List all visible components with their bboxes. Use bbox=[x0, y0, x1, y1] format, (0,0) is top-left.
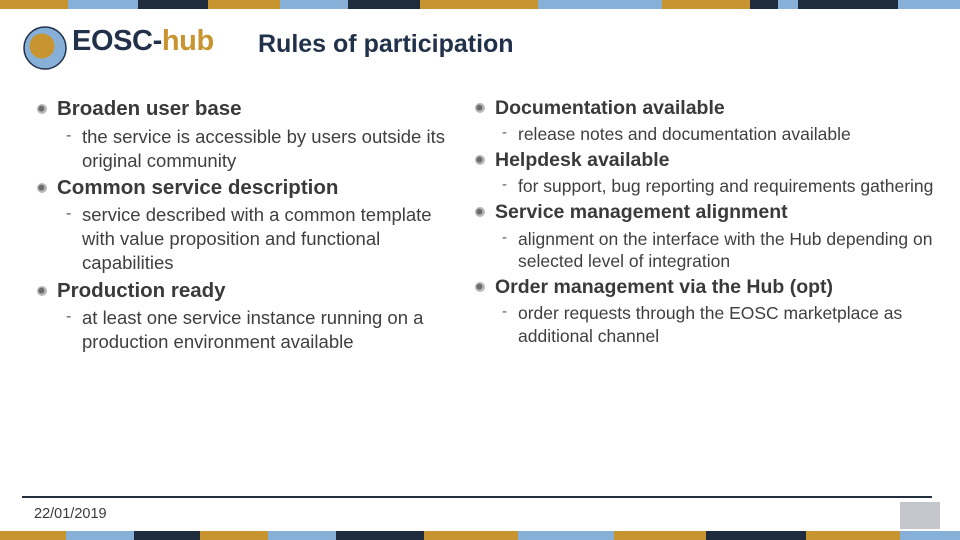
bottom-colorbar-segment bbox=[268, 531, 336, 540]
top-colorbar-segment bbox=[420, 0, 538, 9]
subbullet-dash: - bbox=[502, 176, 507, 194]
top-colorbar-segment bbox=[348, 0, 420, 9]
left-subbullet: - at least one service instance running o… bbox=[34, 306, 460, 354]
left-bullet-heading: Common service description bbox=[57, 175, 339, 199]
footer-date: 22/01/2019 bbox=[34, 506, 107, 522]
top-colorbar-segment bbox=[538, 0, 662, 9]
subbullet-dash: - bbox=[502, 303, 507, 321]
bullet-marker bbox=[472, 153, 486, 167]
bullet-ring-icon bbox=[472, 153, 485, 167]
left-bullet-group: Common service description bbox=[34, 175, 460, 202]
bullet-ring-icon bbox=[34, 102, 47, 116]
bullet-marker bbox=[472, 205, 486, 219]
brand-name-main: EOSC bbox=[72, 25, 153, 57]
right-bullet-group: Helpdesk available bbox=[472, 148, 950, 173]
subbullet-dash: - bbox=[66, 126, 72, 144]
bullet-ring-icon bbox=[34, 181, 47, 195]
brand-name-accent: hub bbox=[161, 25, 214, 57]
page-title: Rules of participation bbox=[258, 30, 514, 58]
right-bullet-heading: Documentation available bbox=[495, 97, 725, 119]
subbullet-dash: - bbox=[502, 124, 507, 142]
brand-name-separator: - bbox=[152, 25, 163, 57]
top-colorbar-segment bbox=[138, 0, 208, 9]
subbullet-dash: - bbox=[66, 308, 72, 326]
right-subbullet: - alignment on the interface with the Hub… bbox=[472, 228, 950, 274]
bullet-ring-icon bbox=[34, 284, 47, 297]
bottom-decorative-colorbar bbox=[0, 531, 960, 540]
bottom-colorbar-segment bbox=[518, 531, 614, 540]
right-subbullet: - order requests through the EOSC marketp… bbox=[472, 302, 950, 348]
bullet-marker bbox=[472, 280, 486, 294]
top-colorbar-segment bbox=[778, 0, 798, 9]
top-colorbar-segment bbox=[898, 0, 960, 9]
brand-wordmark: EOSC-hub bbox=[72, 25, 214, 58]
bullet-ring-icon bbox=[472, 280, 485, 294]
top-colorbar-segment bbox=[280, 0, 348, 9]
eosc-hub-logo bbox=[10, 17, 78, 79]
right-bullet-group: Documentation available bbox=[472, 96, 950, 121]
right-bullet-heading: Service management alignment bbox=[495, 201, 788, 224]
bullet-marker bbox=[472, 101, 486, 115]
slide-header: EOSC-hub Rules of participation bbox=[0, 9, 960, 87]
right-bullet-group: Order management via the Hub (opt) bbox=[472, 275, 950, 300]
right-subbullet-text: alignment on the interface with the Hub … bbox=[518, 228, 933, 272]
right-subbullet-text: release notes and documentation availabl… bbox=[518, 124, 851, 145]
top-colorbar-segment bbox=[208, 0, 280, 9]
left-bullet-heading: Production ready bbox=[57, 278, 226, 302]
top-colorbar-segment bbox=[750, 0, 778, 9]
right-bullet-heading: Helpdesk available bbox=[495, 149, 670, 172]
left-subbullet: - service described with a common templat… bbox=[34, 203, 460, 275]
bottom-colorbar-segment bbox=[900, 531, 960, 540]
top-colorbar-segment bbox=[0, 0, 68, 9]
bullet-ring-icon bbox=[472, 205, 485, 219]
footer-placeholder-box bbox=[900, 502, 940, 529]
left-bullet-group: Broaden user base bbox=[34, 96, 460, 123]
bullet-ring-icon bbox=[472, 101, 485, 115]
eosc-hub-ring-logo-icon bbox=[14, 21, 67, 75]
bullet-marker bbox=[34, 284, 48, 298]
bottom-colorbar-segment bbox=[614, 531, 706, 540]
bottom-colorbar-segment bbox=[706, 531, 806, 540]
bottom-colorbar-segment bbox=[0, 531, 66, 540]
bottom-colorbar-segment bbox=[424, 531, 518, 540]
left-subbullet: - the service is accessible by users outs… bbox=[34, 125, 460, 173]
subbullet-dash: - bbox=[502, 228, 507, 246]
left-bullet-group: Production ready bbox=[34, 278, 460, 305]
top-colorbar-segment bbox=[662, 0, 750, 9]
bullet-marker bbox=[34, 181, 48, 195]
right-bullet-group: Service management alignment bbox=[472, 200, 950, 225]
bullet-marker bbox=[34, 102, 48, 116]
bottom-colorbar-segment bbox=[806, 531, 900, 540]
footer-divider bbox=[22, 496, 932, 498]
subbullet-dash: - bbox=[66, 205, 72, 223]
top-colorbar-segment bbox=[68, 0, 138, 9]
left-bullet-heading: Broaden user base bbox=[57, 97, 242, 120]
right-subbullet: - release notes and documentation availab… bbox=[472, 123, 950, 146]
left-subbullet-text: the service is accessible by users outsi… bbox=[82, 125, 445, 171]
right-bullet-heading: Order management via the Hub (opt) bbox=[495, 276, 834, 299]
slide-body: Broaden user base - the service is accessi… bbox=[0, 96, 960, 476]
bottom-colorbar-segment bbox=[66, 531, 134, 540]
bottom-colorbar-segment bbox=[336, 531, 424, 540]
right-bullet-column: Documentation available - release notes an… bbox=[468, 96, 960, 476]
left-subbullet-text: service described with a common template… bbox=[82, 204, 432, 274]
bottom-colorbar-segment bbox=[134, 531, 200, 540]
bottom-colorbar-segment bbox=[200, 531, 268, 540]
right-subbullet: - for support, bug reporting and requirem… bbox=[472, 175, 950, 198]
top-decorative-colorbar bbox=[0, 0, 960, 9]
right-subbullet-text: order requests through the EOSC marketpl… bbox=[518, 303, 903, 347]
right-subbullet-text: for support, bug reporting and requireme… bbox=[518, 176, 934, 197]
top-colorbar-segment bbox=[798, 0, 898, 9]
left-bullet-column: Broaden user base - the service is accessi… bbox=[0, 96, 468, 476]
left-subbullet-text: at least one service instance running on… bbox=[82, 307, 424, 353]
